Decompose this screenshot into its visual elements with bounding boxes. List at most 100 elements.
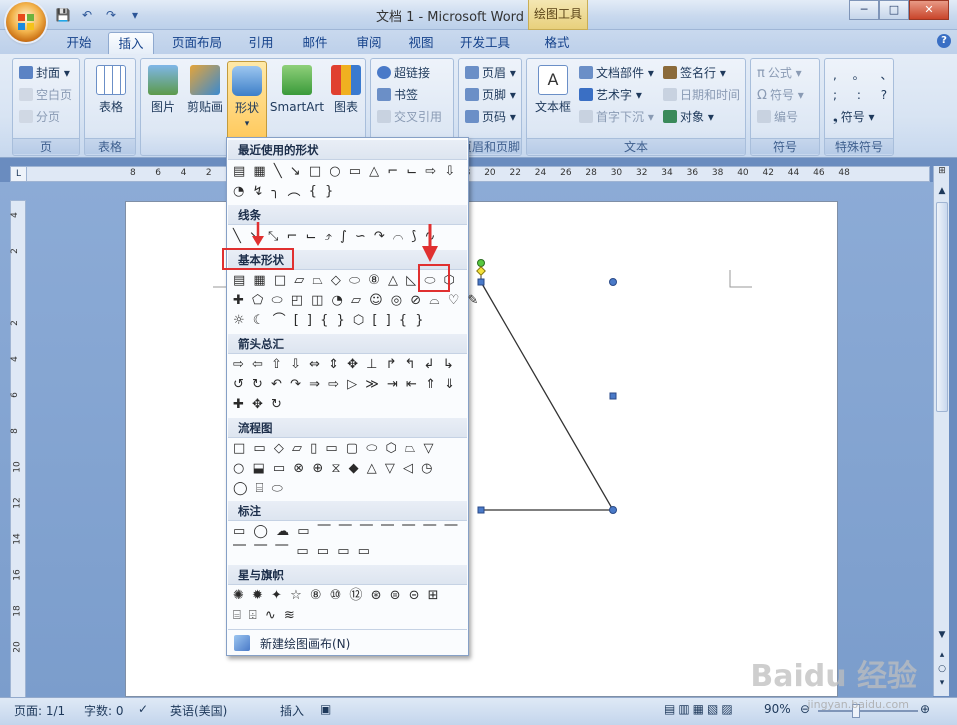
- lines-row[interactable]: ╲ ↘ ⤡ ⌐ ⌙ ⤴ ∫ ∽ ↷ ⌒ ⟆ ∿: [233, 228, 437, 246]
- bookmark-icon: [377, 88, 391, 101]
- hyperlink-button[interactable]: 超链接: [377, 65, 430, 81]
- save-icon[interactable]: 💾: [54, 7, 72, 23]
- office-button[interactable]: [6, 2, 46, 42]
- maximize-button[interactable]: □: [879, 0, 909, 20]
- group-pages: 封面 ▾ 空白页 分页 页: [12, 58, 80, 156]
- chart-button[interactable]: 图表: [329, 65, 363, 115]
- pagenum-button[interactable]: 页码 ▾: [465, 109, 516, 125]
- footer-button[interactable]: 页脚 ▾: [465, 87, 516, 103]
- clipart-icon: [190, 65, 220, 95]
- new-canvas-button[interactable]: 新建绘图画布(N): [228, 629, 467, 655]
- table-button[interactable]: 表格: [93, 65, 129, 115]
- vertical-ruler-tick: 8: [9, 428, 20, 434]
- recent-shapes-row[interactable]: ▤ ▦ ╲ ↘ □ ○ ▭ △ ⌐ ⌙ ⇨ ⇩: [233, 163, 457, 181]
- scroll-down-icon[interactable]: ▼: [935, 630, 949, 644]
- tab-insert[interactable]: 插入: [108, 32, 154, 54]
- recent-shapes-row[interactable]: ◔ ↯ ╮ ︵ { }: [233, 183, 335, 201]
- help-icon[interactable]: ?: [937, 34, 951, 48]
- insert-mode[interactable]: 插入: [280, 702, 304, 719]
- clipart-button[interactable]: 剪贴画: [183, 65, 227, 115]
- flowchart-row[interactable]: □ ▭ ◇ ▱ ▯ ▭ ▢ ⬭ ⬡ ⏢ ▽: [233, 440, 435, 458]
- tab-review[interactable]: 审阅: [346, 32, 392, 54]
- stars-row[interactable]: ✺ ✹ ✦ ☆ ⑧ ⑩ ⑫ ⊛ ⊜ ⊝ ⊞: [233, 587, 441, 605]
- prev-page-icon[interactable]: ▴: [935, 650, 949, 664]
- ruler-tick: 36: [686, 168, 699, 178]
- tab-format[interactable]: 格式: [534, 32, 580, 54]
- object-button[interactable]: 对象 ▾: [663, 109, 714, 125]
- customize-qat-icon[interactable]: ▾: [126, 7, 144, 23]
- context-tab-drawing-tools: 绘图工具: [528, 0, 588, 30]
- textbox-button[interactable]: A 文本框: [531, 65, 575, 115]
- formula-button[interactable]: π 公式 ▾: [757, 65, 802, 82]
- signature-button[interactable]: 签名行 ▾: [663, 65, 726, 81]
- word-count[interactable]: 字数: 0: [84, 702, 124, 719]
- crossref-button[interactable]: 交叉引用: [377, 109, 442, 125]
- tab-references[interactable]: 引用: [238, 32, 284, 54]
- ribbon: 封面 ▾ 空白页 分页 页 表格 表格 图片 剪贴画 形状 ▾ SmartArt …: [0, 54, 957, 158]
- datetime-button[interactable]: 日期和时间: [663, 87, 740, 103]
- view-ruler-icon[interactable]: ⊞: [935, 166, 949, 182]
- language-indicator[interactable]: 英语(美国): [170, 702, 227, 719]
- special-symbol-button[interactable]: ❟ 符号 ▾: [833, 109, 875, 125]
- bookmark-button[interactable]: 书签: [377, 87, 418, 103]
- basic-shapes-row[interactable]: ✚ ⬠ ⬭ ◰ ◫ ◔ ▱ ☺ ◎ ⊘ ⌓ ♡ ✎: [233, 292, 480, 310]
- vertical-ruler[interactable]: [10, 200, 26, 700]
- tab-mailings[interactable]: 邮件: [292, 32, 338, 54]
- scroll-thumb[interactable]: [936, 202, 948, 412]
- page-indicator[interactable]: 页面: 1/1: [14, 702, 65, 719]
- arrows-row[interactable]: ✚ ✥ ↻: [233, 396, 284, 414]
- cover-icon: [19, 66, 33, 79]
- group-symbols: π 公式 ▾ Ω 符号 ▾ 编号 符号: [750, 58, 820, 156]
- quickparts-button[interactable]: 文档部件 ▾: [579, 65, 654, 81]
- undo-icon[interactable]: ↶: [78, 7, 96, 23]
- proofing-icon[interactable]: ✓: [138, 702, 148, 716]
- flowchart-row[interactable]: ◯ ⌸ ⬭: [233, 480, 285, 498]
- tab-selector-icon[interactable]: L: [11, 167, 27, 181]
- tab-view[interactable]: 视图: [398, 32, 444, 54]
- view-buttons[interactable]: ▤▥▦▧▨: [664, 702, 736, 716]
- redo-icon[interactable]: ↷: [102, 7, 120, 23]
- page-break-button[interactable]: 分页: [19, 109, 60, 125]
- stars-row[interactable]: ⌸ ⌹ ∿ ≋: [233, 607, 297, 625]
- tab-developer[interactable]: 开发工具: [452, 32, 518, 54]
- vertical-ruler-tick: 4: [9, 212, 20, 218]
- tab-home[interactable]: 开始: [58, 32, 100, 54]
- special-row-1[interactable]: , 。 、: [833, 67, 898, 83]
- symbol-button[interactable]: Ω 符号 ▾: [757, 87, 804, 104]
- ruler-tick: 20: [484, 168, 496, 178]
- office-logo-icon: [18, 14, 34, 30]
- vertical-scrollbar[interactable]: ⊞ ▲ ▼ ▴ ○ ▾: [933, 166, 949, 696]
- next-page-icon[interactable]: ▾: [935, 678, 949, 692]
- callouts-row[interactable]: ⎺ ⎺ ⎺ ▭ ▭ ▭ ▭: [233, 543, 372, 561]
- blank-page-button[interactable]: 空白页: [19, 87, 72, 103]
- macro-record-icon[interactable]: ▣: [320, 702, 331, 716]
- dropcap-button[interactable]: 首字下沉 ▾: [579, 109, 654, 125]
- cover-label: 封面 ▾: [36, 66, 70, 80]
- arrows-row[interactable]: ⇨ ⇦ ⇧ ⇩ ⇔ ⇕ ✥ ⊥ ↱ ↰ ↲ ↳: [233, 356, 456, 374]
- numbering-button[interactable]: 编号: [757, 109, 798, 125]
- arrows-row[interactable]: ↺ ↻ ↶ ↷ ⇒ ⇨ ▷ ≫ ⇥ ⇤ ⇑ ⇓: [233, 376, 457, 394]
- group-special-label: 特殊符号: [825, 138, 893, 154]
- minimize-button[interactable]: ─: [849, 0, 879, 20]
- callouts-row[interactable]: ▭ ◯ ☁ ▭ ⎺ ⎺ ⎺ ⎺ ⎺ ⎺ ⎺: [233, 523, 459, 541]
- chart-label: 图表: [333, 100, 358, 114]
- zoom-in-icon[interactable]: ⊕: [920, 702, 930, 716]
- shapes-button[interactable]: 形状 ▾: [227, 61, 267, 141]
- header-button[interactable]: 页眉 ▾: [465, 65, 516, 81]
- close-button[interactable]: ✕: [909, 0, 949, 20]
- picture-icon: [148, 65, 178, 95]
- cover-button[interactable]: 封面 ▾: [19, 65, 70, 81]
- new-canvas-label: 新建绘图画布(N): [260, 637, 351, 651]
- quick-access-toolbar: 💾 ↶ ↷ ▾: [54, 6, 144, 24]
- scroll-up-icon[interactable]: ▲: [935, 186, 949, 200]
- flowchart-row[interactable]: ○ ⬓ ▭ ⊗ ⊕ ⧖ ◆ △ ▽ ◁ ◷: [233, 460, 434, 478]
- browse-object-icon[interactable]: ○: [935, 664, 949, 678]
- zoom-level[interactable]: 90%: [764, 702, 791, 716]
- tab-page-layout[interactable]: 页面布局: [164, 32, 230, 54]
- smartart-button[interactable]: SmartArt: [269, 65, 325, 115]
- footer-icon: [465, 88, 479, 101]
- picture-button[interactable]: 图片: [145, 65, 181, 115]
- special-row-2[interactable]: ; : ?: [833, 87, 895, 103]
- basic-shapes-row[interactable]: ☼ ☾ ⌒ [ ] { } ⬡ [ ] { }: [233, 312, 426, 330]
- wordart-button[interactable]: 艺术字 ▾: [579, 87, 642, 103]
